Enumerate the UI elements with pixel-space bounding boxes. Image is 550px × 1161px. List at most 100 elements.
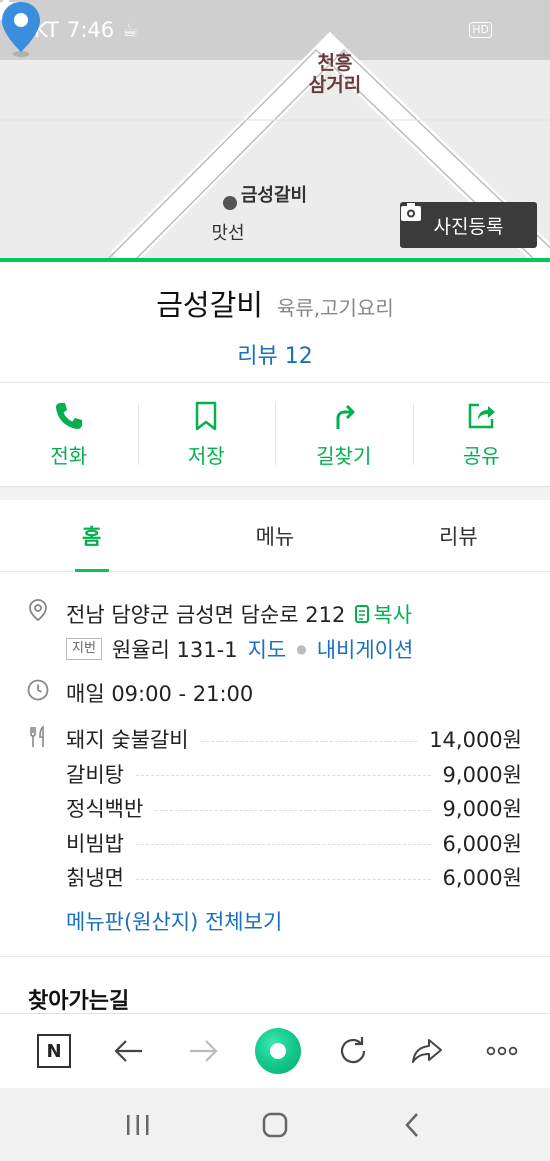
save-button[interactable]: 저장 <box>137 383 276 486</box>
menu-item-name: 비빔밥 <box>66 831 124 856</box>
bookmark-icon <box>196 401 217 431</box>
menu-item-price: 9,000원 <box>442 762 522 787</box>
jibun-row: 지번 원율리 131-1 지도 ● 내비게이션 <box>66 634 413 664</box>
dotted-leader <box>155 809 431 811</box>
status-left: KT 7:46 ☕ <box>1 1 154 42</box>
business-hours: 매일 09:00 - 21:00 <box>66 682 254 706</box>
dotted-leader <box>135 878 431 880</box>
share-label: 공유 <box>462 444 500 468</box>
share-page-button[interactable] <box>401 1025 453 1077</box>
back-button[interactable] <box>103 1025 155 1077</box>
location-icon <box>29 599 47 622</box>
jibun-badge: 지번 <box>66 638 102 660</box>
phone-icon <box>55 403 82 429</box>
call-label: 전화 <box>50 444 88 468</box>
map-place-label: 금성갈비 <box>240 185 308 206</box>
recent-apps-button[interactable] <box>108 1095 168 1155</box>
page: KT 7:46 ☕ HD 천흥 삼거리 금성갈비 맛선 사진등록 금성갈비 육류… <box>0 0 550 1161</box>
action-bar: 전화 저장 길찾기 공유 <box>0 382 550 486</box>
hd-icon: HD <box>469 22 492 38</box>
info-section: 전남 담양군 금성면 담순로 212 복사 지번 원율리 131-1 지도 ● … <box>0 572 550 958</box>
menu-item-price: 6,000원 <box>442 866 522 891</box>
save-label: 저장 <box>187 444 225 468</box>
tab-menu[interactable]: 메뉴 <box>183 500 366 571</box>
dotted-leader <box>200 740 418 742</box>
menu-item-name: 돼지 숯불갈비 <box>66 728 189 753</box>
arrow-right-icon <box>190 1040 218 1062</box>
place-category: 육류,고기요리 <box>276 296 394 320</box>
photo-register-button[interactable]: 사진등록 <box>400 202 537 248</box>
clock-icon <box>27 679 49 701</box>
photo-register-label: 사진등록 <box>433 215 504 238</box>
naver-logo-icon: N <box>37 1034 71 1068</box>
refresh-icon <box>340 1037 365 1064</box>
system-back-button[interactable] <box>382 1095 442 1155</box>
share-icon <box>469 403 496 429</box>
share-arrow-icon <box>412 1039 443 1063</box>
map-district-label: 천흥 삼거리 <box>300 52 370 96</box>
address-row: 전남 담양군 금성면 담순로 212 복사 <box>66 599 412 629</box>
menu-item: 돼지 숯불갈비 14,000원 <box>66 722 522 757</box>
map-view[interactable]: KT 7:46 ☕ HD 천흥 삼거리 금성갈비 맛선 사진등록 <box>0 0 550 261</box>
place-name: 금성갈비 <box>156 288 263 322</box>
tab-review[interactable]: 리뷰 <box>367 500 550 571</box>
call-button[interactable]: 전화 <box>0 383 138 486</box>
more-dots-icon <box>486 1046 518 1056</box>
forward-button[interactable] <box>177 1025 229 1077</box>
share-button[interactable]: 공유 <box>412 383 550 486</box>
home-circle-icon <box>262 1112 288 1137</box>
section-gap <box>0 486 550 500</box>
jibun-address: 원율리 131-1 <box>111 638 238 662</box>
tab-home[interactable]: 홈 <box>0 500 183 571</box>
camera-icon <box>401 203 421 221</box>
status-bar: KT 7:46 ☕ HD <box>0 0 550 60</box>
place-header: 금성갈비 육류,고기요리 리뷰 12 <box>0 262 550 382</box>
menu-item: 비빔밥 6,000원 <box>66 826 522 861</box>
directions-label: 길찾기 <box>316 444 372 468</box>
copy-label: 복사 <box>373 603 412 627</box>
directions-button[interactable]: 길찾기 <box>275 383 413 486</box>
home-button[interactable] <box>245 1095 305 1155</box>
recent-apps-icon <box>127 1114 149 1135</box>
refresh-button[interactable] <box>327 1025 379 1077</box>
clock: 7:46 <box>66 18 115 42</box>
map-link[interactable]: 지도 <box>248 634 287 664</box>
chevron-left-icon <box>404 1112 418 1137</box>
title-row: 금성갈비 육류,고기요리 <box>0 282 550 324</box>
dotted-leader <box>135 844 431 846</box>
menu-item-price: 14,000원 <box>429 728 522 753</box>
directions-heading: 찾아가는길 <box>28 989 130 1014</box>
menu-item-name: 칡냉면 <box>66 866 124 891</box>
map-district-line2: 삼거리 <box>308 74 362 96</box>
more-button[interactable] <box>476 1025 528 1077</box>
green-dot-button[interactable] <box>252 1025 304 1077</box>
section-divider <box>0 956 550 957</box>
copy-icon <box>355 605 370 623</box>
utensils-icon <box>30 725 44 747</box>
navigation-link[interactable]: 내비게이션 <box>317 634 414 664</box>
map-nearby-label: 맛선 <box>211 223 245 244</box>
copy-address-button[interactable]: 복사 <box>353 599 412 629</box>
address-text: 전남 담양군 금성면 담순로 212 <box>66 603 346 627</box>
status-right: HD <box>0 0 516 38</box>
directions-icon <box>336 404 355 429</box>
tab-bar: 홈 메뉴 리뷰 <box>0 500 550 572</box>
menu-list: 돼지 숯불갈비 14,000원 갈비탕 9,000원 정식백반 9,000원 비… <box>66 722 522 895</box>
dotted-leader <box>135 775 431 777</box>
location-pin-icon[interactable] <box>0 0 42 58</box>
menu-item-name: 정식백반 <box>66 797 144 822</box>
map-district-line1: 천흥 <box>317 52 353 74</box>
menu-item: 갈비탕 9,000원 <box>66 757 522 792</box>
menu-item: 정식백반 9,000원 <box>66 791 522 826</box>
green-dot-icon <box>254 1028 301 1074</box>
browser-toolbar: N <box>0 1013 550 1088</box>
menu-item-price: 9,000원 <box>442 797 522 822</box>
naver-home-button[interactable]: N <box>28 1025 80 1077</box>
menu-item: 칡냉면 6,000원 <box>66 860 522 895</box>
coffee-icon: ☕ <box>122 19 139 41</box>
review-count-link[interactable]: 리뷰 12 <box>0 338 550 370</box>
menu-item-name: 갈비탕 <box>66 762 124 787</box>
system-nav-bar <box>0 1088 550 1161</box>
menu-item-price: 6,000원 <box>442 831 522 856</box>
full-menu-link[interactable]: 메뉴판(원산지) 전체보기 <box>66 906 282 936</box>
